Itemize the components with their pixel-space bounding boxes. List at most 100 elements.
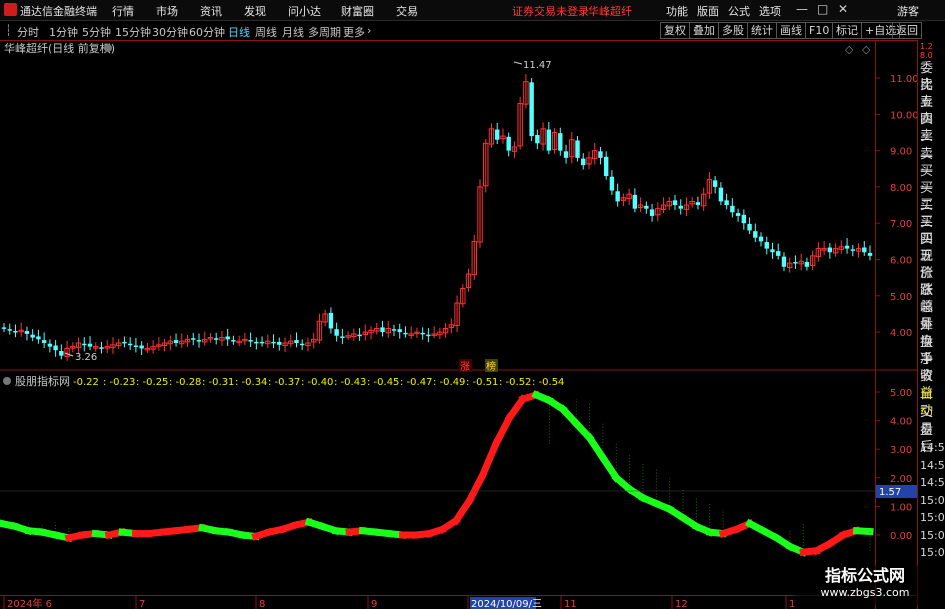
candle-body [730, 205, 735, 213]
candle-body [259, 341, 265, 344]
tab-weekly[interactable]: 周线 [255, 24, 277, 40]
candle-body [294, 340, 299, 343]
candle-body [862, 247, 867, 253]
overlay-button[interactable]: 叠加 [689, 22, 719, 39]
back-button[interactable]: 返回 [892, 22, 922, 39]
menu-xiaoda[interactable]: 问小达 [288, 3, 321, 19]
indicator-settings-icon[interactable] [3, 377, 11, 385]
tab-15min[interactable]: 15分钟 [115, 24, 151, 40]
limit-up-label: 涨 [460, 361, 470, 373]
candle-body [391, 329, 397, 331]
candle-body [357, 334, 362, 337]
menu-options[interactable]: 选项 [759, 3, 781, 19]
candle-body [173, 340, 179, 343]
rank-label: 榜 [486, 360, 496, 373]
price-tick-label: 8.00 [890, 183, 912, 194]
tab-5min[interactable]: 5分钟 [82, 24, 111, 40]
menu-trade[interactable]: 交易 [396, 3, 418, 19]
low-price-label: 3.26 [75, 352, 97, 363]
adjust-button[interactable]: 复权 [660, 22, 690, 39]
candle-body [213, 338, 219, 340]
trade-time: 15:00 [920, 493, 945, 507]
menu-wealth[interactable]: 财富圈 [341, 3, 374, 19]
indicator-segment [451, 495, 475, 526]
candle-body [850, 249, 855, 251]
chart-settings-icon[interactable] [104, 44, 112, 52]
candle-body [764, 242, 769, 249]
trade-login-status[interactable]: 证券交易未登录 [512, 3, 589, 19]
mark-button[interactable]: 标记 [832, 22, 862, 39]
minimize-icon[interactable]: — [796, 2, 808, 16]
collapse-icon[interactable]: ◇ [845, 43, 854, 56]
candle-body [581, 158, 586, 166]
app-logo-icon [4, 3, 17, 16]
candle-body [546, 129, 552, 151]
ind-tick-label: 5.00 [890, 388, 912, 399]
candle-body [59, 350, 64, 356]
candle-body [191, 338, 196, 340]
indicator-value: -0.22 [73, 377, 99, 388]
chevron-right-icon[interactable]: › [367, 24, 371, 37]
candle-body [747, 223, 752, 231]
trade-time: 14:57 [920, 476, 945, 489]
candle-body [196, 340, 202, 342]
menu-formula[interactable]: 公式 [728, 3, 750, 19]
f10-button[interactable]: F10 [805, 22, 834, 39]
price-tick-label: 7.00 [890, 219, 912, 230]
tab-multi-period[interactable]: 多周期 [308, 24, 341, 40]
price-tick-label: 5.00 [890, 292, 912, 303]
indicator-segment [491, 413, 515, 449]
chart-area[interactable]: 华峰超纤(日线 前复权) ◇ ◇ 11.00 10.00 9.00 8.00 7.00 6… [0, 40, 917, 609]
candle-body [781, 256, 787, 267]
tab-30min[interactable]: 30分钟 [152, 24, 188, 40]
ind-tick-label: 1.00 [890, 502, 912, 513]
candle-body [36, 336, 41, 340]
maximize-icon[interactable]: □ [817, 2, 828, 16]
candle-body [678, 205, 683, 209]
close-icon[interactable]: ✕ [838, 2, 848, 16]
candle-body [558, 133, 563, 151]
x-axis-labels: 2024年 6 7 8 9 2024/10/09/三 11 12 1 [3, 596, 795, 609]
menu-layout[interactable]: 版面 [697, 3, 719, 19]
x-tick-label: 2024年 6 [7, 597, 52, 609]
indicator-value: : -0.54 [532, 377, 564, 388]
candle-body [334, 329, 339, 336]
indicator-value: : -0.49 [433, 377, 465, 388]
candle-body [672, 200, 678, 206]
price-tick-label: 11.00 [890, 74, 917, 85]
candle-body [300, 343, 305, 346]
menu-quotes[interactable]: 行情 [112, 3, 134, 19]
draw-line-button[interactable]: 画线 [776, 22, 806, 39]
tab-60min[interactable]: 60分钟 [189, 24, 225, 40]
indicator-value: : -0.34 [235, 377, 267, 388]
menu-discover[interactable]: 发现 [244, 3, 266, 19]
menu-news[interactable]: 资讯 [200, 3, 222, 19]
expand-icon[interactable]: ◇ [862, 43, 871, 56]
candle-body [328, 312, 334, 329]
tab-monthly[interactable]: 月线 [282, 24, 304, 40]
candlestick-series [1, 74, 873, 361]
tab-1min[interactable]: 1分钟 [49, 24, 78, 40]
candle-body [793, 262, 798, 264]
menu-function[interactable]: 功能 [666, 3, 688, 19]
tab-intraday[interactable]: 分时 [17, 24, 39, 40]
candle-body [649, 209, 655, 216]
multi-stock-button[interactable]: 多股 [718, 22, 748, 39]
menu-market[interactable]: 市场 [156, 3, 178, 19]
candle-body [1, 327, 7, 329]
tab-more[interactable]: 更多 [343, 24, 365, 40]
candle-body [724, 200, 729, 206]
candle-body [397, 329, 402, 333]
candle-body [380, 327, 385, 333]
indicator-value: : -0.23 [103, 377, 135, 388]
indicator-segment [478, 438, 501, 480]
guest-login[interactable]: 游客 [897, 3, 919, 19]
tab-daily[interactable]: 日线 [228, 24, 250, 40]
statistics-button[interactable]: 统计 [747, 22, 777, 39]
candle-body [741, 214, 747, 224]
x-tick-label: 8 [259, 599, 265, 609]
candle-body [420, 332, 425, 335]
indicator-series [0, 390, 874, 557]
indicator-name: 股朋指标网 [15, 374, 70, 388]
candle-body [41, 340, 47, 343]
